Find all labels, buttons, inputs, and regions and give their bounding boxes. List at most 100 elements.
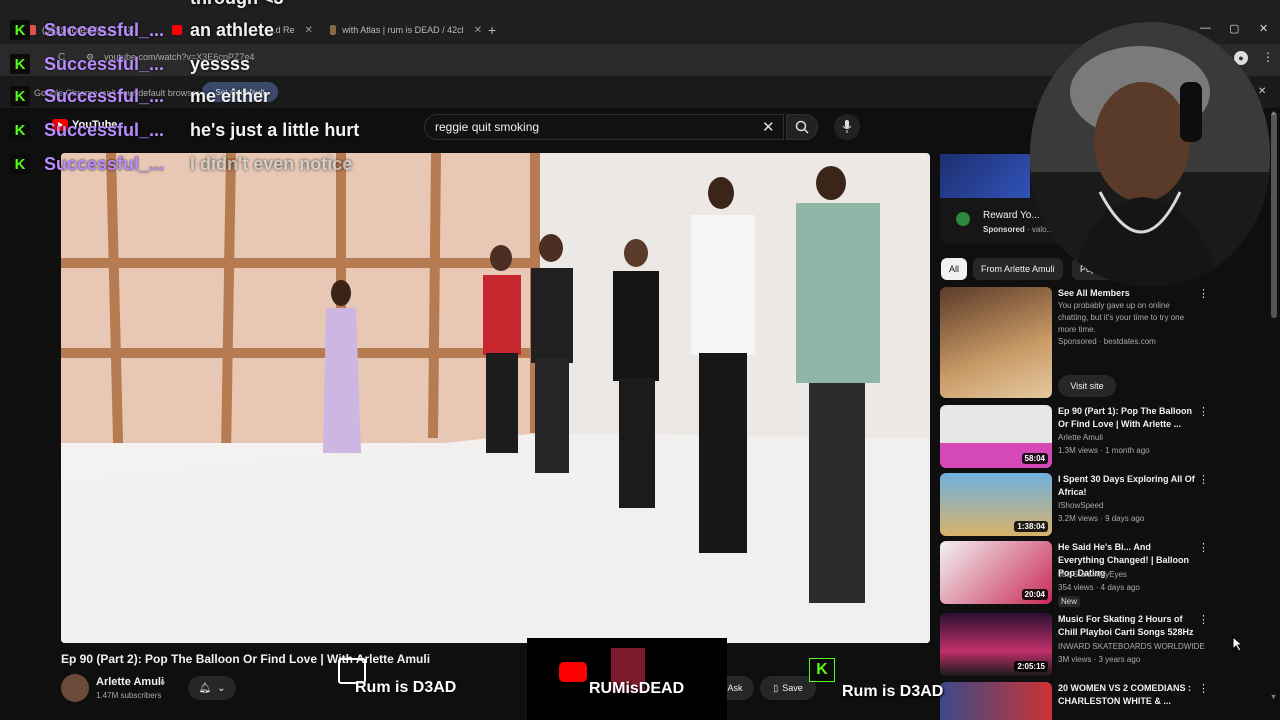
chip-from-channel[interactable]: From Arlette Amuli bbox=[973, 258, 1063, 280]
video-player[interactable] bbox=[61, 153, 930, 643]
list-item-title: I Spent 30 Days Exploring All Of Africa! bbox=[1058, 474, 1195, 497]
search-input[interactable]: reggie quit smoking bbox=[424, 114, 784, 140]
save-label: Save bbox=[782, 683, 803, 693]
kebab-menu-icon[interactable]: ⋮ bbox=[1262, 50, 1274, 64]
chat-username: Successful_... bbox=[44, 19, 165, 40]
chevron-down-icon: ⌄ bbox=[217, 682, 226, 694]
kick-icon: K bbox=[10, 20, 30, 40]
scroll-up-icon[interactable]: ▲ bbox=[1270, 110, 1277, 117]
chat-text: I didn't even notice bbox=[190, 153, 353, 174]
subscriber-count: 1.47M subscribers bbox=[96, 691, 162, 700]
thumbnail: 2:05:15 bbox=[940, 613, 1052, 676]
maximize-icon[interactable]: ▢ bbox=[1229, 22, 1239, 35]
clear-search-icon[interactable]: ✕ bbox=[762, 118, 775, 136]
thumbnail: 1:38:04 bbox=[940, 473, 1052, 536]
duration-badge: 2:05:15 bbox=[1014, 661, 1048, 672]
chat-message-fragment: through <3 bbox=[190, 0, 284, 9]
list-item-title: 20 WOMEN VS 2 COMEDIANS : CHARLESTON WHI… bbox=[1058, 683, 1192, 706]
bookmark-icon: ▯ bbox=[773, 682, 779, 693]
kick-icon: K bbox=[10, 154, 30, 174]
thumbnail: 58:04 bbox=[940, 405, 1052, 468]
video-frame bbox=[61, 153, 930, 643]
tab-label: with Atlas | rum is DEAD / 42cl bbox=[342, 25, 464, 35]
close-icon[interactable]: ✕ bbox=[474, 25, 482, 36]
chip-all[interactable]: All bbox=[941, 258, 968, 280]
list-item-channel: IShowSpeed bbox=[1058, 501, 1104, 510]
list-item-title: Music For Skating 2 Hours of Chill Playb… bbox=[1058, 614, 1194, 637]
duration-badge: 1:38:04 bbox=[1014, 521, 1048, 532]
microphone-icon bbox=[842, 120, 852, 133]
sponsored-title: Reward Yo... bbox=[983, 210, 1040, 221]
chat-text: me either bbox=[190, 85, 271, 106]
infobar-close-icon[interactable]: ✕ bbox=[1258, 86, 1266, 97]
voice-search-button[interactable] bbox=[834, 114, 860, 140]
sponsored-meta: Sponsored · valo... bbox=[983, 225, 1054, 234]
youtube-icon bbox=[559, 662, 587, 682]
stream-brand-left: Rum is D3AD bbox=[355, 679, 457, 696]
list-item[interactable]: 20:04 He Said He's Bi... And Everything … bbox=[940, 541, 1240, 611]
list-item-channel: INWARD SKATEBOARDS WORLDWIDE bbox=[1058, 642, 1205, 651]
sponsored-meta: Sponsored · bestdates.com bbox=[1058, 337, 1156, 346]
kebab-menu-icon[interactable]: ⋮ bbox=[1198, 287, 1209, 300]
bell-icon: 🔔︎ bbox=[198, 682, 212, 694]
close-window-icon[interactable]: ✕ bbox=[1259, 22, 1268, 35]
tab-favicon bbox=[330, 25, 337, 35]
sponsored-description: You probably gave up on online chatting,… bbox=[1058, 301, 1185, 334]
chat-username: Successful_... bbox=[44, 153, 165, 174]
webcam-image bbox=[1030, 22, 1270, 286]
chat-message: K Successful_... I didn't even notice bbox=[10, 152, 352, 176]
sponsored-label: Sponsored bbox=[983, 225, 1025, 234]
search-button[interactable] bbox=[786, 114, 818, 140]
streamer-webcam bbox=[1030, 22, 1270, 286]
scrollbar-thumb[interactable] bbox=[1271, 112, 1277, 318]
duration-badge: 58:04 bbox=[1021, 453, 1048, 464]
chat-text: an athlete bbox=[190, 19, 275, 40]
list-item-channel: Jae StarsInMyEyes bbox=[1058, 570, 1127, 579]
new-badge: New bbox=[1058, 596, 1081, 607]
kebab-menu-icon[interactable]: ⋮ bbox=[1198, 541, 1209, 554]
kick-icon: K bbox=[10, 120, 30, 140]
list-item[interactable]: 58:04 Ep 90 (Part 1): Pop The Balloon Or… bbox=[940, 405, 1240, 468]
subscription-bell-button[interactable]: 🔔︎ ⌄ bbox=[188, 676, 236, 700]
save-button[interactable]: ▯ Save bbox=[760, 676, 816, 700]
list-item-meta: 3M views · 3 years ago bbox=[1058, 655, 1141, 664]
stream-brand-panel: RUMisDEAD bbox=[527, 638, 727, 720]
chat-message: K Successful_... he's just a little hurt bbox=[10, 118, 359, 142]
search-icon bbox=[795, 120, 809, 134]
minimize-icon[interactable]: — bbox=[1200, 22, 1211, 34]
kebab-menu-icon[interactable]: ⋮ bbox=[1198, 405, 1209, 418]
list-item[interactable]: 1:38:04 I Spent 30 Days Exploring All Of… bbox=[940, 473, 1240, 536]
kebab-menu-icon[interactable]: ⋮ bbox=[1198, 613, 1209, 626]
verified-icon: ● bbox=[160, 677, 166, 687]
thumbnail: 20:04 bbox=[940, 541, 1052, 604]
chat-text: yessss bbox=[190, 53, 251, 74]
kick-icon: K bbox=[809, 658, 835, 682]
list-item-title: See All Members bbox=[1058, 288, 1130, 298]
chat-text: he's just a little hurt bbox=[190, 119, 360, 140]
ask-label: Ask bbox=[727, 683, 743, 693]
duration-badge: 20:04 bbox=[1021, 589, 1048, 600]
list-item[interactable]: 20 WOMEN VS 2 COMEDIANS : CHARLESTON WHI… bbox=[940, 682, 1240, 720]
kick-icon: K bbox=[10, 54, 30, 74]
chat-username: Successful_... bbox=[44, 85, 165, 106]
chat-username: Successful_... bbox=[44, 119, 165, 140]
list-item-meta: 1.3M views · 1 month ago bbox=[1058, 446, 1150, 455]
list-item[interactable]: 2:05:15 Music For Skating 2 Hours of Chi… bbox=[940, 613, 1240, 676]
youtube-icon bbox=[172, 25, 182, 35]
channel-name[interactable]: Arlette Amuli bbox=[96, 676, 164, 688]
channel-avatar[interactable] bbox=[61, 674, 89, 702]
stream-brand-center: RUMisDEAD bbox=[589, 680, 685, 697]
kebab-menu-icon[interactable]: ⋮ bbox=[1198, 682, 1209, 695]
browser-tab-3[interactable]: with Atlas | rum is DEAD / 42cl ✕ bbox=[330, 18, 482, 42]
kick-icon: K bbox=[10, 86, 30, 106]
visit-site-button[interactable]: Visit site bbox=[1058, 375, 1116, 397]
chat-message: K Successful_... an athlete bbox=[10, 18, 274, 42]
stream-brand-right: Rum is D3AD bbox=[842, 683, 944, 700]
scroll-down-icon[interactable]: ▼ bbox=[1270, 694, 1277, 701]
sponsored-banner-image bbox=[940, 154, 1030, 198]
video-title: Ep 90 (Part 2): Pop The Balloon Or Find … bbox=[61, 652, 431, 666]
kebab-menu-icon[interactable]: ⋮ bbox=[1198, 473, 1209, 486]
list-item-title: Ep 90 (Part 1): Pop The Balloon Or Find … bbox=[1058, 406, 1193, 429]
new-tab-button[interactable]: + bbox=[488, 22, 496, 38]
close-icon[interactable]: ✕ bbox=[305, 25, 313, 36]
